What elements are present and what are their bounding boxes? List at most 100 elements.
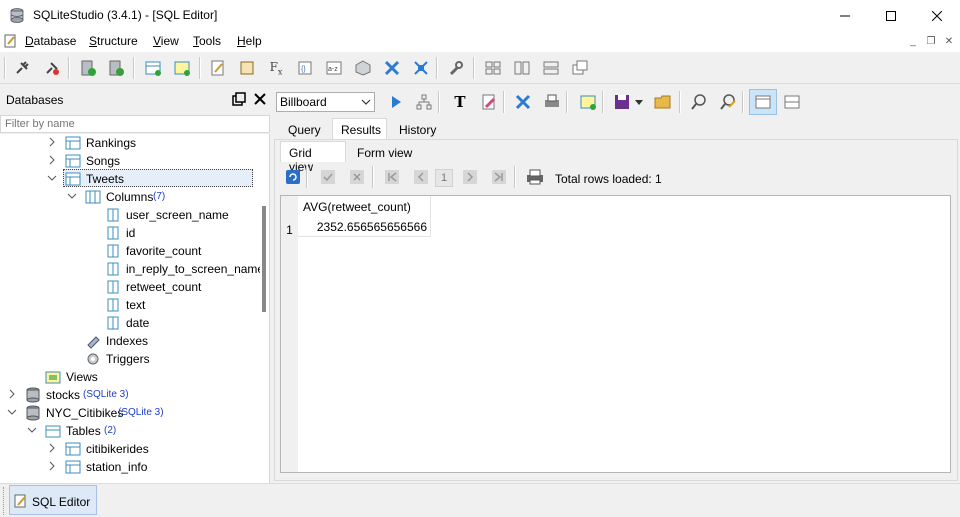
disconnect-db-button[interactable]: [42, 58, 62, 78]
tree-column-item[interactable]: text: [0, 296, 255, 314]
edit-table-button[interactable]: [172, 58, 192, 78]
mdi-restore-button[interactable]: ❐: [924, 35, 938, 48]
row-number[interactable]: 1: [281, 223, 298, 241]
tree-item-stocks-db[interactable]: stocks (SQLite 3): [0, 386, 255, 404]
close-button[interactable]: [914, 0, 960, 31]
tree-item-songs[interactable]: Songs: [0, 152, 255, 170]
tree-item-citibikerides[interactable]: citibikerides: [0, 440, 255, 458]
tree-column-item[interactable]: favorite_count: [0, 242, 255, 260]
ddl-history-button[interactable]: [237, 58, 257, 78]
create-view-button[interactable]: [578, 92, 598, 112]
export-button[interactable]: [411, 58, 431, 78]
chevron-down-icon[interactable]: [67, 191, 77, 201]
next-page-button[interactable]: [461, 168, 479, 186]
first-page-button[interactable]: [383, 168, 401, 186]
float-panel-icon[interactable]: [232, 92, 246, 106]
tile-windows-button[interactable]: [483, 58, 503, 78]
tree-scrollbar[interactable]: [260, 134, 269, 483]
extensions-button[interactable]: a-z: [324, 58, 344, 78]
save-sql-button[interactable]: [612, 92, 632, 112]
connect-db-button[interactable]: [12, 58, 32, 78]
tab-query[interactable]: Query: [280, 119, 329, 140]
add-database-button[interactable]: [78, 58, 98, 78]
functions-editor-button[interactable]: Fx: [266, 58, 286, 78]
tree-item-nyc-citibikes-db[interactable]: NYC_Citibikes (SQLite 3): [0, 404, 255, 422]
tile-icon: [485, 61, 501, 75]
layout-vertical-button[interactable]: [749, 89, 777, 115]
save-options-dropdown[interactable]: [633, 92, 645, 112]
chevron-down-icon[interactable]: [27, 425, 37, 435]
tree-column-item[interactable]: date: [0, 314, 255, 332]
import-button[interactable]: [382, 58, 402, 78]
refresh-results-button[interactable]: [284, 168, 302, 186]
edit-database-button[interactable]: [106, 58, 126, 78]
tree-item-rankings[interactable]: Rankings: [0, 134, 255, 152]
tree-item-tables[interactable]: Tables (2): [0, 422, 255, 440]
database-tree[interactable]: Rankings Songs Tweets Columns (7) user_s…: [0, 134, 270, 483]
export-results-button[interactable]: [513, 92, 533, 112]
print-results-button[interactable]: [525, 168, 545, 186]
execute-query-button[interactable]: [386, 92, 406, 112]
menu-view[interactable]: View: [153, 34, 179, 48]
chevron-right-icon[interactable]: [47, 137, 57, 147]
close-panel-icon[interactable]: [253, 92, 267, 106]
print-button[interactable]: [542, 92, 562, 112]
tab-results[interactable]: Results: [332, 118, 387, 139]
tile-horizontal-button[interactable]: [512, 58, 532, 78]
layout-horizontal-button[interactable]: [782, 92, 802, 112]
tree-item-triggers[interactable]: Triggers: [0, 350, 255, 368]
config-button[interactable]: [446, 58, 466, 78]
tree-item-columns[interactable]: Columns (7): [0, 188, 255, 206]
chevron-right-icon[interactable]: [47, 461, 57, 471]
tree-item-station-info[interactable]: station_info: [0, 458, 255, 476]
database-selector[interactable]: Billboard: [276, 92, 375, 112]
tree-column-item[interactable]: id: [0, 224, 255, 242]
column-header[interactable]: AVG(retweet_count): [298, 196, 431, 217]
tree-column-item[interactable]: user_screen_name: [0, 206, 255, 224]
menu-help[interactable]: Help: [237, 34, 262, 48]
subtab-grid-view[interactable]: Grid view: [280, 141, 346, 174]
tab-history[interactable]: History: [391, 119, 444, 140]
chevron-right-icon[interactable]: [47, 155, 57, 165]
commit-button[interactable]: [319, 168, 337, 186]
previous-page-button[interactable]: [412, 168, 430, 186]
tree-column-item[interactable]: in_reply_to_screen_name: [0, 260, 264, 278]
open-sql-file-button[interactable]: [653, 92, 673, 112]
page-number-field[interactable]: 1: [435, 169, 453, 187]
tile-vertical-button[interactable]: [541, 58, 561, 78]
find-replace-button[interactable]: [718, 92, 738, 112]
format-sql-button[interactable]: T: [450, 92, 470, 112]
scrollbar-thumb[interactable]: [262, 206, 266, 312]
database-filter-input[interactable]: [0, 115, 270, 133]
tree-item-indexes[interactable]: Indexes: [0, 332, 255, 350]
subtab-form-view[interactable]: Form view: [349, 142, 420, 163]
find-button[interactable]: [689, 92, 709, 112]
maximize-button[interactable]: [868, 0, 914, 31]
chevron-right-icon[interactable]: [47, 443, 57, 453]
tree-item-tweets[interactable]: Tweets: [0, 170, 255, 188]
tree-column-item[interactable]: retweet_count: [0, 278, 255, 296]
grid-cell[interactable]: 2352.656565656566: [298, 217, 431, 237]
new-table-button[interactable]: [143, 58, 163, 78]
database-icon: [26, 387, 40, 403]
data-types-button[interactable]: [353, 58, 373, 78]
chevron-down-icon[interactable]: [47, 173, 57, 183]
cascade-windows-button[interactable]: [570, 58, 590, 78]
clear-editor-button[interactable]: [479, 92, 499, 112]
last-page-button[interactable]: [490, 168, 508, 186]
taskbar-sql-editor-button[interactable]: SQL Editor: [9, 485, 97, 515]
menu-tools[interactable]: Tools: [193, 34, 221, 48]
results-grid[interactable]: AVG(retweet_count) 1 2352.656565656566: [280, 195, 951, 473]
rollback-button[interactable]: [348, 168, 366, 186]
menu-structure[interactable]: Structure: [89, 34, 138, 48]
mdi-minimize-button[interactable]: _: [906, 35, 920, 48]
explain-query-button[interactable]: [414, 92, 434, 112]
minimize-button[interactable]: [822, 0, 868, 31]
chevron-down-icon[interactable]: [7, 407, 17, 417]
menu-database[interactable]: Database: [25, 34, 76, 48]
mdi-close-button[interactable]: ✕: [942, 35, 956, 48]
tree-item-views[interactable]: Views: [0, 368, 255, 386]
chevron-right-icon[interactable]: [7, 389, 17, 399]
collations-editor-button[interactable]: {}: [295, 58, 315, 78]
open-sql-editor-button[interactable]: [208, 58, 228, 78]
